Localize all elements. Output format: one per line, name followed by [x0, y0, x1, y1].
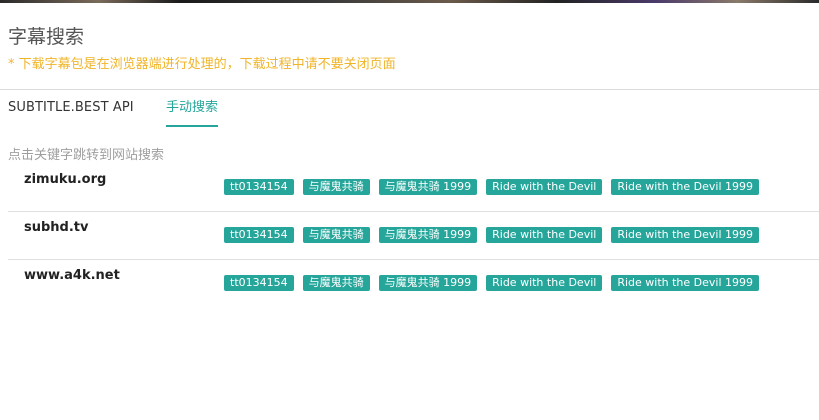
keyword-tag[interactable]: 与魔鬼共骑 1999 — [378, 179, 478, 195]
keyword-tags: tt0134154 与魔鬼共骑 与魔鬼共骑 1999 Ride with the… — [224, 179, 760, 195]
keyword-tag[interactable]: Ride with the Devil 1999 — [611, 179, 760, 195]
keyword-tag[interactable]: 与魔鬼共骑 — [302, 275, 370, 291]
search-hint: 点击关键字跳转到网站搜索 — [8, 148, 165, 163]
keyword-tag[interactable]: tt0134154 — [224, 275, 294, 291]
keyword-tag[interactable]: Ride with the Devil — [486, 275, 603, 291]
keyword-tags: tt0134154 与魔鬼共骑 与魔鬼共骑 1999 Ride with the… — [224, 275, 760, 291]
site-row-zimuku: zimuku.org tt0134154 与魔鬼共骑 与魔鬼共骑 1999 Ri… — [8, 164, 819, 212]
keyword-tag[interactable]: Ride with the Devil 1999 — [611, 275, 760, 291]
keyword-tag[interactable]: tt0134154 — [224, 227, 294, 243]
site-name: www.a4k.net — [24, 268, 120, 283]
site-name: zimuku.org — [24, 172, 107, 187]
site-row-a4k: www.a4k.net tt0134154 与魔鬼共骑 与魔鬼共骑 1999 R… — [8, 260, 819, 308]
keyword-tag[interactable]: 与魔鬼共骑 — [302, 179, 370, 195]
tab-subtitle-best-api[interactable]: SUBTITLE.BEST API — [8, 96, 134, 120]
keyword-tag[interactable]: 与魔鬼共骑 — [302, 227, 370, 243]
dialog-title: 字幕搜索 — [8, 26, 85, 48]
keyword-tag[interactable]: Ride with the Devil — [486, 179, 603, 195]
keyword-tag[interactable]: 与魔鬼共骑 1999 — [378, 227, 478, 243]
tab-manual-search[interactable]: 手动搜索 — [166, 96, 219, 127]
keyword-tag[interactable]: tt0134154 — [224, 179, 294, 195]
divider — [0, 89, 819, 90]
keyword-tags: tt0134154 与魔鬼共骑 与魔鬼共骑 1999 Ride with the… — [224, 227, 760, 243]
keyword-tag[interactable]: 与魔鬼共骑 1999 — [378, 275, 478, 291]
background-image-strip — [0, 0, 819, 3]
site-row-subhd: subhd.tv tt0134154 与魔鬼共骑 与魔鬼共骑 1999 Ride… — [8, 212, 819, 260]
download-warning: * 下载字幕包是在浏览器端进行处理的，下载过程中请不要关闭页面 — [8, 57, 396, 72]
keyword-tag[interactable]: Ride with the Devil — [486, 227, 603, 243]
keyword-tag[interactable]: Ride with the Devil 1999 — [611, 227, 760, 243]
site-name: subhd.tv — [24, 220, 89, 235]
